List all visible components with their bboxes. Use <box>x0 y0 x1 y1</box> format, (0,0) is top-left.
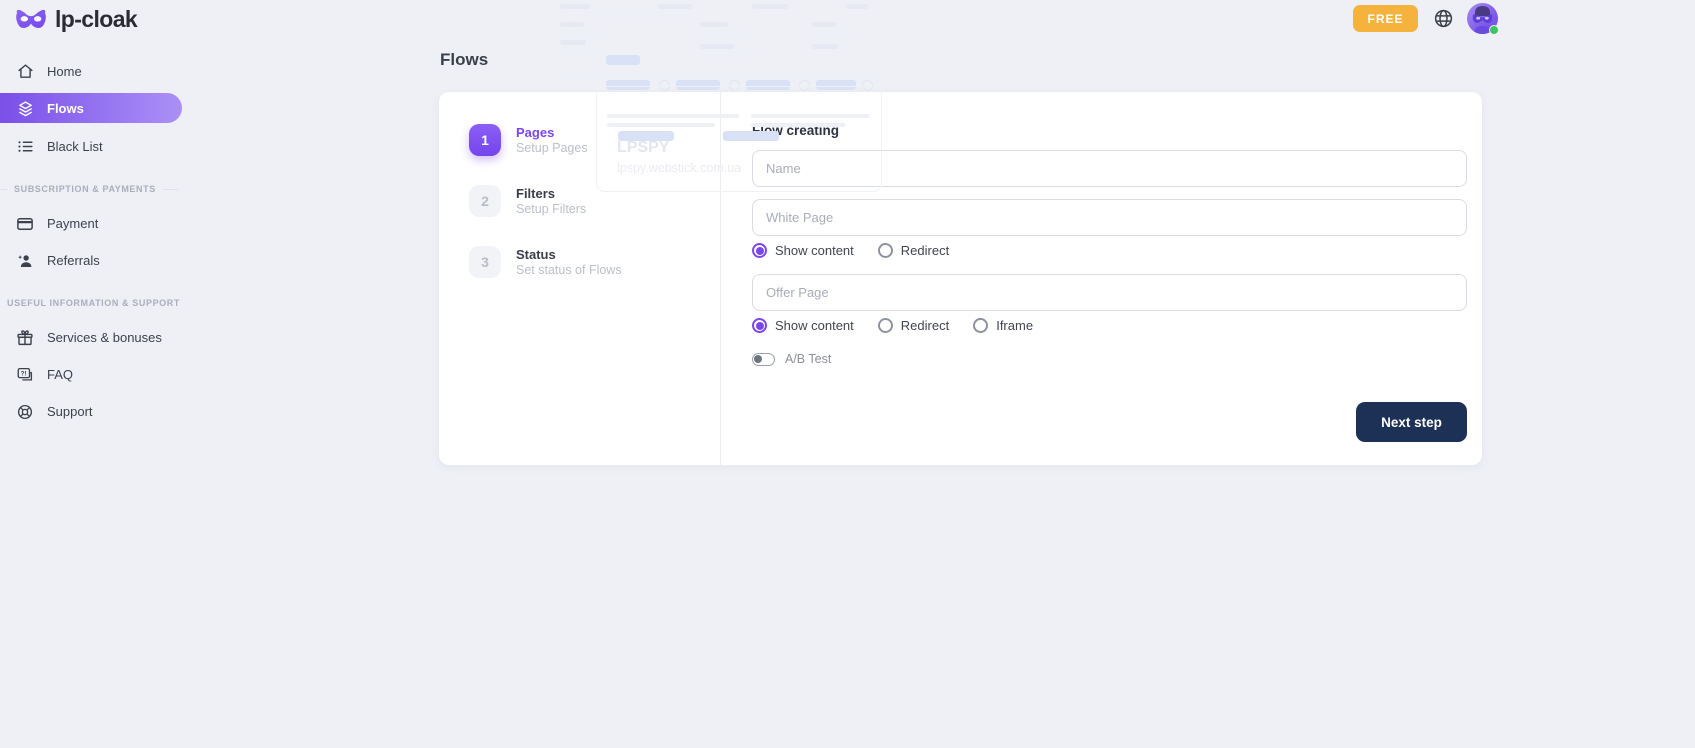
offer-page-show-content-option[interactable]: Show content <box>752 318 854 333</box>
wizard-step-filters[interactable]: 2 Filters Setup Filters <box>469 185 720 217</box>
sidebar-item-payment[interactable]: Payment <box>0 208 182 239</box>
form-title: Flow creating <box>752 123 1467 138</box>
sidebar-item-flows[interactable]: Flows <box>0 93 182 123</box>
sidebar: Home Flows Black List SUBSCRIPTION & PAY… <box>0 56 182 433</box>
topbar: lp-cloak FREE <box>0 0 1695 44</box>
step-subtitle: Setup Filters <box>516 202 586 217</box>
sidebar-item-home[interactable]: Home <box>0 56 182 87</box>
sidebar-item-services-bonuses[interactable]: Services & bonuses <box>0 322 182 353</box>
sidebar-section-title: USEFUL INFORMATION & SUPPORT <box>0 298 182 308</box>
plan-badge[interactable]: FREE <box>1353 5 1418 32</box>
brand-name: lp-cloak <box>55 6 137 33</box>
radio-selected[interactable] <box>752 318 767 333</box>
svg-text:?!: ?! <box>21 370 27 377</box>
sidebar-item-label: FAQ <box>47 367 73 382</box>
step-title: Filters <box>516 185 586 202</box>
sidebar-section-title: SUBSCRIPTION & PAYMENTS <box>0 184 182 194</box>
flow-creating-form: Flow creating Show content Redirect Show… <box>721 92 1482 465</box>
brand-mask-icon <box>15 8 47 31</box>
offer-page-mode-radios: Show content Redirect Iframe <box>752 318 1467 333</box>
user-avatar[interactable] <box>1467 3 1498 34</box>
sidebar-item-label: Support <box>47 404 93 419</box>
next-step-button[interactable]: Next step <box>1356 402 1467 442</box>
brand-logo[interactable]: lp-cloak <box>15 6 137 33</box>
offer-page-iframe-option[interactable]: Iframe <box>973 318 1033 333</box>
house-icon <box>16 63 34 80</box>
white-page-show-content-option[interactable]: Show content <box>752 243 854 258</box>
wizard-steps: 1 Pages Setup Pages 2 Filters Setup Filt… <box>439 92 721 465</box>
wizard-step-status[interactable]: 3 Status Set status of Flows <box>469 246 720 278</box>
sidebar-item-label: Services & bonuses <box>47 330 162 345</box>
person-star-icon <box>16 252 34 270</box>
radio-unselected[interactable] <box>878 318 893 333</box>
sidebar-item-faq[interactable]: ?! FAQ <box>0 359 182 390</box>
question-bubble-icon: ?! <box>16 366 34 384</box>
ab-test-toggle[interactable] <box>752 353 775 366</box>
sidebar-item-label: Flows <box>47 101 84 116</box>
ab-test-toggle-row[interactable]: A/B Test <box>752 352 1467 366</box>
offer-page-input[interactable] <box>752 274 1467 311</box>
sidebar-item-label: Payment <box>47 216 98 231</box>
step-subtitle: Setup Pages <box>516 141 588 156</box>
sidebar-item-label: Referrals <box>47 253 100 268</box>
language-globe-icon[interactable] <box>1433 8 1454 29</box>
stack-layers-icon <box>16 100 34 117</box>
ab-test-label: A/B Test <box>785 352 831 366</box>
sidebar-item-support[interactable]: Support <box>0 396 182 427</box>
sidebar-item-referrals[interactable]: Referrals <box>0 245 182 276</box>
radio-unselected[interactable] <box>973 318 988 333</box>
flow-name-input[interactable] <box>752 150 1467 187</box>
white-page-redirect-option[interactable]: Redirect <box>878 243 949 258</box>
gift-icon <box>16 329 34 347</box>
white-page-input[interactable] <box>752 199 1467 236</box>
sidebar-item-label: Home <box>47 64 82 79</box>
online-status-dot <box>1489 25 1499 35</box>
page-title: Flows <box>440 50 488 70</box>
bullet-list-icon <box>16 138 34 155</box>
sidebar-item-label: Black List <box>47 139 103 154</box>
step-number-badge: 3 <box>469 246 501 278</box>
radio-unselected[interactable] <box>878 243 893 258</box>
step-subtitle: Set status of Flows <box>516 263 622 278</box>
flow-creating-card: 1 Pages Setup Pages 2 Filters Setup Filt… <box>439 92 1482 465</box>
topbar-right: FREE <box>1353 3 1498 34</box>
white-page-mode-radios: Show content Redirect <box>752 243 1467 258</box>
lifebuoy-icon <box>16 403 34 421</box>
wizard-step-pages[interactable]: 1 Pages Setup Pages <box>469 124 720 156</box>
step-title: Pages <box>516 124 588 141</box>
offer-page-redirect-option[interactable]: Redirect <box>878 318 949 333</box>
step-number-badge: 2 <box>469 185 501 217</box>
step-title: Status <box>516 246 622 263</box>
toggle-knob <box>754 355 762 363</box>
credit-card-icon <box>16 215 34 233</box>
sidebar-item-black-list[interactable]: Black List <box>0 131 182 162</box>
step-number-badge: 1 <box>469 124 501 156</box>
radio-selected[interactable] <box>752 243 767 258</box>
